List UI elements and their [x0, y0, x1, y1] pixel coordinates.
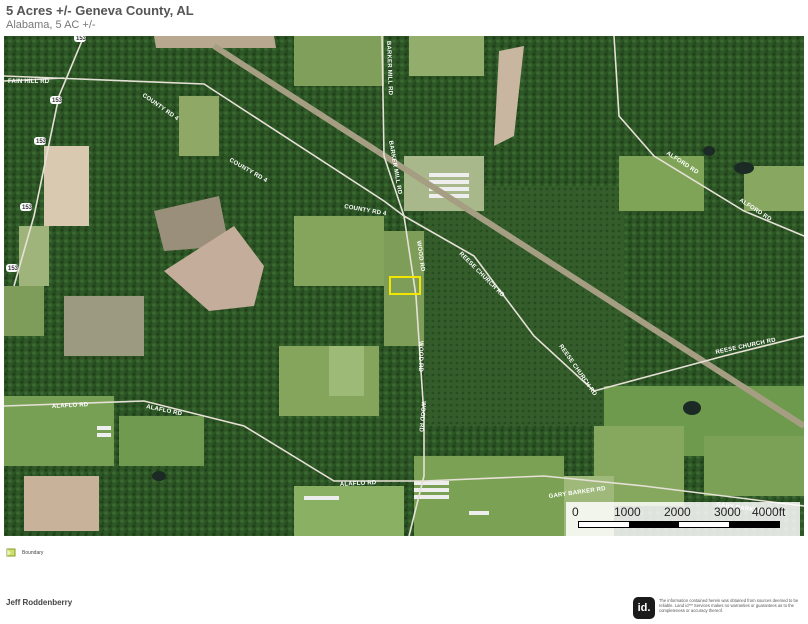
scale-tick-2000: 2000 [664, 505, 691, 519]
satellite-map[interactable]: FAIN HILL RD COUNTY RD 4 COUNTY RD 4 COU… [4, 36, 804, 536]
scale-bar: 0 1000 2000 3000 4000ft [566, 502, 800, 536]
svg-text:153: 153 [8, 266, 19, 272]
road-label-fain-hill: FAIN HILL RD [8, 79, 50, 85]
map-legend: Boundary [6, 548, 43, 557]
scale-tick-1000: 1000 [614, 505, 641, 519]
scale-tick-4000ft: 4000ft [752, 505, 786, 519]
map-subtitle: Alabama, 5 AC +/- [6, 19, 96, 31]
scale-line [578, 521, 780, 528]
svg-text:153: 153 [76, 36, 87, 42]
svg-text:153: 153 [52, 98, 63, 104]
highway-shield-4: 153 [20, 203, 33, 211]
svg-text:153: 153 [36, 139, 47, 145]
legend-label-boundary: Boundary [22, 549, 44, 556]
map-canvas: FAIN HILL RD COUNTY RD 4 COUNTY RD 4 COU… [4, 36, 804, 536]
disclaimer-text: The information contained herein was obt… [659, 598, 799, 613]
road-label-wood-rd-mid: WOOD RD [417, 341, 423, 373]
scale-tick-3000: 3000 [714, 505, 741, 519]
map-title: 5 Acres +/- Geneva County, AL [6, 3, 194, 18]
svg-text:153: 153 [22, 205, 33, 211]
highway-shield-1: 153 [74, 36, 87, 42]
scale-tick-0: 0 [572, 505, 579, 519]
highway-shield-2: 153 [50, 96, 63, 104]
boundary-legend-icon [6, 548, 16, 557]
land-id-logo: id. [633, 597, 655, 619]
highway-shield-5: 153 [6, 264, 19, 272]
highway-shield-3: 153 [34, 137, 47, 145]
agent-name: Jeff Roddenberry [6, 598, 73, 607]
